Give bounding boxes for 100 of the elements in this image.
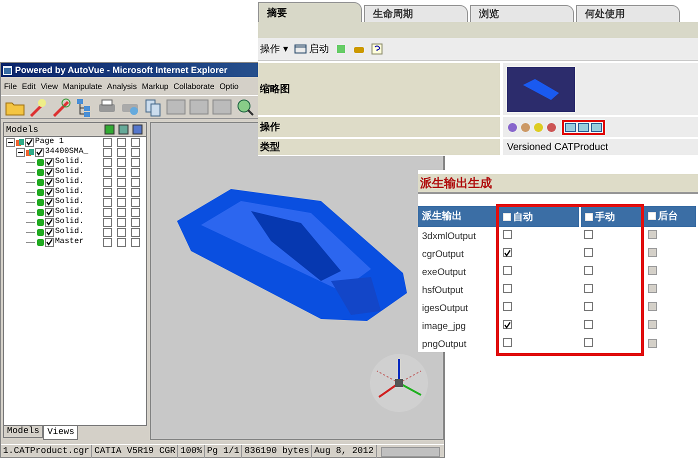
checkbox[interactable] (131, 138, 140, 146)
checkbox[interactable] (117, 218, 126, 226)
launch-button[interactable]: 启动 (294, 42, 330, 56)
tree-item[interactable]: Solid. (55, 227, 84, 237)
checkbox[interactable] (503, 302, 512, 311)
checkbox[interactable] (45, 228, 54, 236)
checkbox[interactable] (584, 320, 593, 329)
checkbox[interactable] (131, 198, 140, 206)
tab[interactable]: 生命周期 (364, 5, 468, 22)
checkbox[interactable] (584, 284, 593, 293)
checkbox[interactable] (117, 198, 126, 206)
checkbox[interactable] (103, 148, 112, 156)
checkbox[interactable] (584, 302, 593, 311)
action-icon (520, 122, 531, 132)
checkbox[interactable] (103, 178, 112, 186)
checkbox[interactable] (103, 168, 112, 176)
checkbox[interactable] (131, 228, 140, 236)
menu-item[interactable]: File (4, 82, 17, 90)
menu-item[interactable]: Edit (22, 82, 36, 90)
checkbox[interactable] (131, 218, 140, 226)
menu-item[interactable]: Optio (219, 82, 239, 90)
checkbox[interactable] (131, 238, 140, 246)
checkbox[interactable] (503, 266, 512, 275)
checkbox[interactable] (103, 188, 112, 196)
checkbox[interactable] (584, 248, 593, 257)
status-field: 1.CATProduct.cgr (1, 445, 92, 458)
checkbox[interactable] (117, 228, 126, 236)
menu-item[interactable]: Manipulate (62, 82, 102, 90)
actions-menu[interactable]: 操作 ▾ (260, 42, 288, 56)
tree-item[interactable]: Solid. (55, 187, 84, 197)
panel-tab[interactable]: Views (43, 426, 78, 440)
expander-icon[interactable] (6, 138, 15, 146)
checkbox[interactable] (131, 178, 140, 186)
checkbox[interactable] (584, 230, 593, 239)
menu-item[interactable]: View (40, 82, 58, 90)
menu-item[interactable]: Collaborate (174, 82, 214, 90)
checkbox[interactable] (503, 284, 512, 293)
checkbox[interactable] (103, 138, 112, 146)
checkbox[interactable] (584, 338, 593, 347)
tab[interactable]: 浏览 (470, 5, 574, 22)
tree-item[interactable]: Solid. (55, 197, 84, 207)
output-name: pngOutput (422, 339, 466, 350)
checkbox[interactable] (45, 238, 54, 246)
checkbox[interactable] (25, 138, 34, 146)
model-thumbnail-icon (521, 76, 561, 102)
checkbox[interactable] (117, 178, 126, 186)
checkbox[interactable] (131, 168, 140, 176)
checkbox[interactable] (45, 188, 54, 196)
tree-item[interactable]: 34400SMA_ (45, 147, 88, 157)
checkbox[interactable] (131, 158, 140, 166)
checkbox[interactable] (117, 208, 126, 216)
checkbox[interactable] (503, 320, 512, 330)
checkbox[interactable] (103, 238, 112, 246)
checkbox[interactable] (103, 218, 112, 226)
pages-icon (143, 97, 163, 117)
tab[interactable]: 摘要 (258, 2, 362, 22)
checkbox[interactable] (503, 230, 512, 239)
checkbox[interactable] (45, 218, 54, 226)
output-name: exeOutput (422, 266, 466, 278)
checkbox[interactable] (103, 228, 112, 236)
tree-item[interactable]: Solid. (55, 167, 84, 177)
column-header: 后台 (658, 210, 678, 224)
checkbox[interactable] (117, 168, 126, 176)
checkbox[interactable] (45, 178, 54, 186)
checkbox[interactable] (117, 148, 126, 156)
tree-item[interactable]: Master (55, 237, 84, 247)
checkbox[interactable] (117, 238, 126, 246)
tree-item[interactable]: Page 1 (35, 137, 64, 147)
pen-icon (28, 97, 48, 117)
expander-icon[interactable] (16, 148, 25, 156)
checkbox[interactable] (131, 148, 140, 156)
checkbox[interactable] (103, 158, 112, 166)
checkbox[interactable] (45, 168, 54, 176)
tree-item[interactable]: Solid. (55, 157, 84, 167)
tree-item[interactable]: Solid. (55, 177, 84, 187)
checkbox[interactable] (117, 188, 126, 196)
checkbox[interactable] (103, 208, 112, 216)
checkbox[interactable] (584, 266, 593, 275)
check-icon (504, 248, 511, 257)
checkbox[interactable] (45, 208, 54, 216)
monitor-icon (578, 122, 589, 132)
menu-item[interactable]: Markup (142, 82, 169, 90)
checkbox[interactable] (131, 188, 140, 196)
checkbox[interactable] (131, 208, 140, 216)
checkbox[interactable] (503, 248, 512, 258)
pen-icon (51, 97, 71, 117)
checkbox[interactable] (45, 158, 54, 166)
panel-tab[interactable]: Models (3, 426, 44, 438)
header-checkbox-icon (503, 213, 511, 221)
tree-item[interactable]: Solid. (55, 217, 84, 227)
menu-item[interactable]: Analysis (107, 82, 137, 90)
checkbox[interactable] (103, 198, 112, 206)
tree-item[interactable]: Solid. (55, 207, 84, 217)
tab[interactable]: 何处使用 (576, 5, 680, 22)
action-icon (546, 122, 557, 132)
checkbox[interactable] (45, 198, 54, 206)
checkbox[interactable] (503, 338, 512, 347)
checkbox[interactable] (117, 138, 126, 146)
checkbox[interactable] (35, 148, 44, 156)
checkbox[interactable] (117, 158, 126, 166)
